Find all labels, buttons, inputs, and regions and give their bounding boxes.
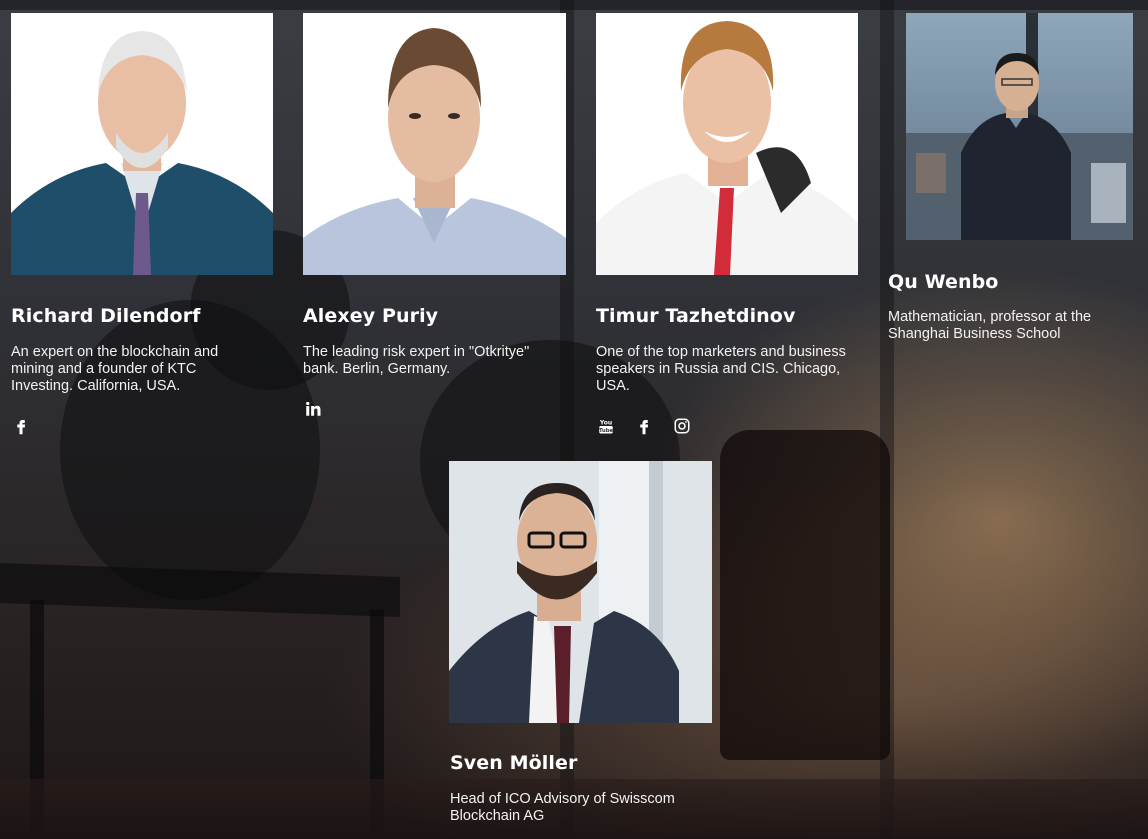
facebook-icon[interactable]	[11, 416, 31, 436]
member-name: Qu Wenbo	[888, 271, 999, 293]
instagram-icon[interactable]	[672, 416, 692, 436]
youtube-icon[interactable]: You Tube	[596, 416, 616, 436]
member-description: The leading risk expert in "Otkritye" ba…	[303, 344, 530, 377]
linkedin-icon[interactable]	[303, 399, 323, 419]
member-photo	[449, 461, 712, 723]
member-name: Richard Dilendorf	[11, 305, 201, 327]
member-description: Mathematician, professor at the Shanghai…	[888, 309, 1092, 342]
member-photo	[303, 13, 566, 275]
member-description: One of the top marketers and business sp…	[596, 344, 846, 394]
svg-text:Tube: Tube	[599, 428, 614, 434]
facebook-icon[interactable]	[634, 416, 654, 436]
svg-text:You: You	[599, 420, 612, 427]
member-photo	[11, 13, 273, 275]
member-name: Timur Tazhetdinov	[596, 305, 796, 327]
member-name: Sven Möller	[450, 752, 578, 774]
member-photo	[596, 13, 858, 275]
member-name: Alexey Puriy	[303, 305, 439, 327]
member-photo	[906, 13, 1133, 240]
member-description: An expert on the blockchain and mining a…	[11, 344, 219, 394]
member-description: Head of ICO Advisory of Swisscom Blockch…	[450, 791, 675, 824]
